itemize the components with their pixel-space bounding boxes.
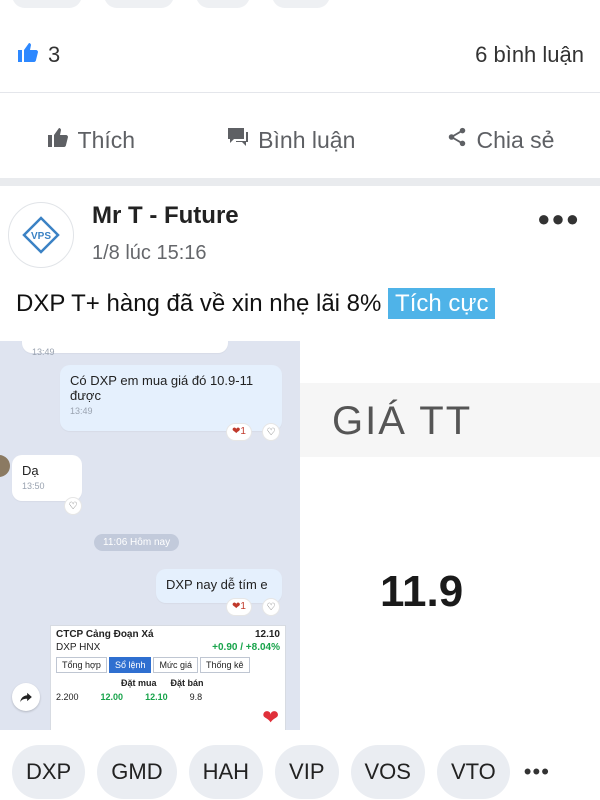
heart-outline-icon: ♡ [64, 497, 82, 515]
chat-bubble: Có DXP em mua giá đó 10.9-11 được 13:49 [60, 365, 282, 431]
row-sell-price: 12.10 [145, 692, 168, 702]
stock-tag-vto[interactable]: VTO [436, 745, 510, 799]
heart-reaction: ❤1 [226, 423, 252, 441]
reaction-count: 1 [240, 601, 246, 612]
stock-tag-vos[interactable]: VOS [350, 745, 425, 799]
chat-message: Có DXP em mua giá đó 10.9-11 được [70, 373, 254, 403]
chat-time: 13:50 [22, 481, 45, 491]
share-icon [446, 126, 468, 154]
more-tags-icon[interactable]: ••• [522, 759, 550, 785]
chat-message: DXP nay dễ tím e [166, 577, 268, 592]
stock-tag-hah[interactable]: HAH [188, 745, 264, 799]
price-value: 11.9 [380, 567, 464, 616]
divider [0, 92, 600, 93]
share-button[interactable]: Chia sẻ [446, 126, 554, 154]
like-label: Thích [77, 126, 136, 153]
comment-count[interactable]: 6 bình luận [475, 42, 584, 68]
post-actions: Thích Bình luận Chia sẻ [0, 112, 600, 168]
stock-tab: Tổng hợp [56, 657, 107, 673]
reaction-count: 1 [240, 426, 246, 437]
author-name[interactable]: Mr T - Future [92, 202, 239, 230]
stock-quote-card: CTCP Cảng Đoạn Xá 12.10 DXP HNX +0.90 / … [50, 625, 286, 730]
comment-button[interactable]: Bình luận [226, 125, 355, 155]
stock-name: CTCP Cảng Đoạn Xá [56, 629, 154, 640]
post-header: VPS Mr T - Future 1/8 lúc 15:16 ●●● [0, 196, 600, 276]
top-reaction-pills [0, 0, 600, 14]
stock-tag-vip[interactable]: VIP [275, 745, 339, 799]
chat-bubble: Dạ 13:50 [12, 455, 82, 501]
chat-bubble: DXP nay dễ tím e [156, 569, 282, 603]
like-count-icon[interactable] [16, 40, 40, 70]
post-text: DXP T+ hàng đã về xin nhẹ lãi 8% Tích cự… [16, 288, 584, 319]
more-options-icon[interactable]: ●●● [537, 206, 580, 232]
heart-outline-icon: ♡ [262, 423, 280, 441]
stock-tags: DXP GMD HAH VIP VOS VTO ••• [12, 744, 600, 800]
stock-tab: Thống kê [200, 657, 250, 673]
heart-icon: ❤ [262, 707, 279, 729]
forward-icon[interactable] [12, 683, 40, 711]
stock-tag-gmd[interactable]: GMD [97, 745, 177, 799]
post-time[interactable]: 1/8 lúc 15:16 [92, 242, 207, 265]
comment-icon [226, 125, 250, 155]
reactions-bar: 3 6 bình luận [16, 40, 584, 70]
vps-logo-icon: VPS [22, 216, 60, 254]
contact-avatar [0, 455, 10, 477]
chat-time: 13:49 [70, 406, 93, 416]
stock-tabs: Tổng hợp Sổ lệnh Mức giá Thống kê [51, 655, 285, 675]
avatar[interactable]: VPS [8, 202, 74, 268]
stock-change: +0.90 / +8.04% [212, 642, 280, 653]
heart-reaction: ❤1 [226, 598, 252, 616]
price-image[interactable]: GIÁ TT 11.9 [300, 341, 600, 730]
stock-price: 12.10 [254, 629, 280, 640]
like-button[interactable]: Thích [46, 125, 136, 155]
like-count[interactable]: 3 [48, 42, 60, 68]
chat-screenshot[interactable]: 13:49 Có DXP em mua giá đó 10.9-11 được … [0, 341, 300, 730]
row-volume-2: 9.8 [189, 692, 203, 702]
col-sell: Đặt bán [170, 678, 204, 688]
col-buy: Đặt mua [121, 678, 157, 688]
post-body: DXP T+ hàng đã về xin nhẹ lãi 8% [16, 290, 382, 317]
row-volume: 2.200 [56, 692, 79, 702]
stock-ticker: DXP HNX [56, 642, 101, 653]
stock-tag-dxp[interactable]: DXP [12, 745, 86, 799]
comment-label: Bình luận [258, 126, 356, 153]
heart-outline-icon: ♡ [262, 598, 280, 616]
price-label: GIÁ TT [332, 399, 473, 443]
sentiment-tag[interactable]: Tích cực [388, 288, 496, 319]
chat-time: 13:49 [32, 347, 55, 357]
chat-bubble-prev: 13:49 [22, 341, 228, 357]
chat-message: Dạ [22, 463, 39, 478]
thumbs-up-icon [46, 125, 70, 155]
stock-tab: Mức giá [153, 657, 199, 673]
stock-tab-active: Sổ lệnh [108, 657, 152, 673]
chat-date-divider: 11:06 Hôm nay [94, 534, 180, 551]
section-separator [0, 178, 600, 186]
row-buy-price: 12.00 [100, 692, 124, 702]
avatar-label: VPS [31, 231, 51, 242]
share-label: Chia sẻ [476, 126, 555, 153]
